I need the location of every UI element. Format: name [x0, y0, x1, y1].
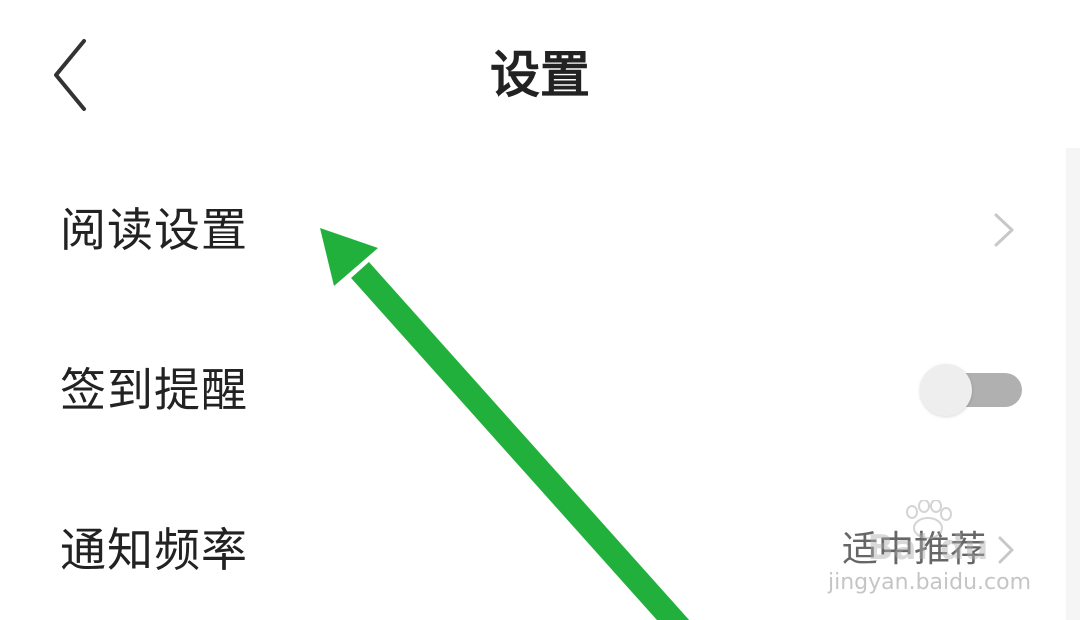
scrollbar[interactable]: [1066, 148, 1080, 620]
settings-screen: 设置 阅读设置 签到提醒 通知频率 适中推荐 Bai du jingyan.ba…: [0, 0, 1080, 620]
top-bar: 设置: [0, 0, 1080, 150]
toggle-knob: [920, 364, 972, 416]
checkin-reminder-toggle[interactable]: [920, 364, 1022, 416]
chevron-right-icon: [998, 536, 1014, 564]
settings-row-reading[interactable]: 阅读设置: [0, 150, 1066, 310]
settings-row-checkin-reminder[interactable]: 签到提醒: [0, 310, 1066, 470]
page-title: 设置: [490, 46, 590, 104]
reading-settings-label: 阅读设置: [60, 203, 248, 257]
chevron-right-icon: [994, 213, 1014, 247]
notify-frequency-label: 通知频率: [60, 523, 248, 577]
checkin-reminder-label: 签到提醒: [60, 363, 248, 417]
notify-frequency-value: 适中推荐: [841, 529, 986, 570]
settings-row-notify-frequency[interactable]: 通知频率 适中推荐: [0, 470, 1066, 620]
